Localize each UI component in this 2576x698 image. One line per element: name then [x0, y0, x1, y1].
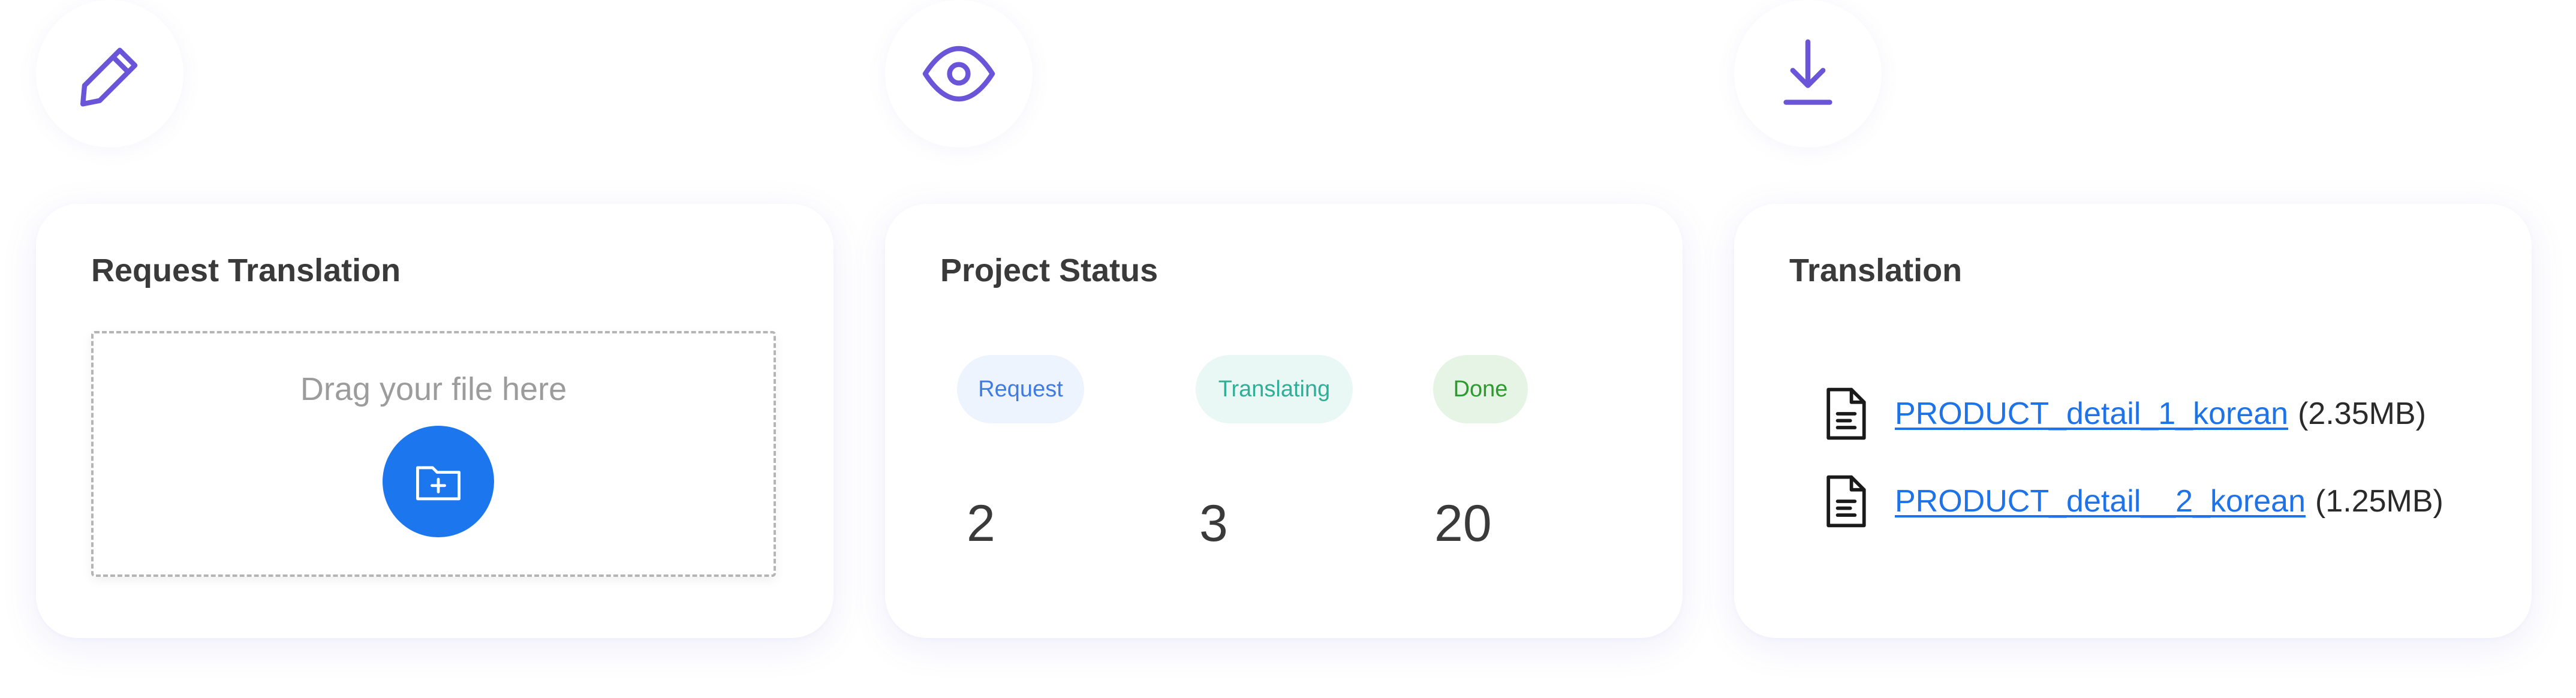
request-translation-title: Request Translation — [91, 252, 401, 288]
download-icon — [1734, 0, 1882, 148]
request-translation-column: Request Translation Drag your file here — [36, 0, 833, 698]
request-count: 2 — [967, 495, 995, 552]
translation-column: Translation PRODUCT_detail_1_korean (2.3… — [1734, 0, 2532, 698]
translating-count: 3 — [1199, 495, 1228, 552]
status-badge-request: Request — [957, 355, 1084, 423]
status-badge-translating: Translating — [1196, 355, 1353, 423]
translation-card: Translation PRODUCT_detail_1_korean (2.3… — [1734, 204, 2532, 638]
dropzone-text: Drag your file here — [300, 371, 567, 407]
file-row: PRODUCT_detail_1_korean (2.35MB) — [1817, 384, 2426, 444]
done-count: 20 — [1434, 495, 1492, 552]
upload-button[interactable] — [383, 426, 494, 537]
document-icon — [1826, 475, 1866, 528]
file-size: (2.35MB) — [2298, 396, 2426, 431]
project-status-title: Project Status — [940, 252, 1158, 288]
folder-plus-icon — [416, 466, 461, 501]
file-dropzone[interactable]: Drag your file here — [91, 331, 776, 577]
status-badge-done: Done — [1433, 355, 1528, 423]
file-download-link[interactable]: PRODUCT_detail_1_korean — [1895, 396, 2288, 432]
eye-icon — [885, 0, 1033, 148]
request-translation-card: Request Translation Drag your file here — [36, 204, 833, 638]
project-status-card: Project Status Request Translating Done … — [885, 204, 1683, 638]
document-icon — [1826, 387, 1866, 440]
project-status-column: Project Status Request Translating Done … — [885, 0, 1683, 698]
file-size: (1.25MB) — [2315, 484, 2443, 519]
file-row: PRODUCT_detail__2_korean (1.25MB) — [1817, 471, 2443, 531]
translation-title: Translation — [1789, 252, 1963, 288]
pencil-icon — [36, 0, 183, 148]
file-download-link[interactable]: PRODUCT_detail__2_korean — [1895, 483, 2306, 519]
